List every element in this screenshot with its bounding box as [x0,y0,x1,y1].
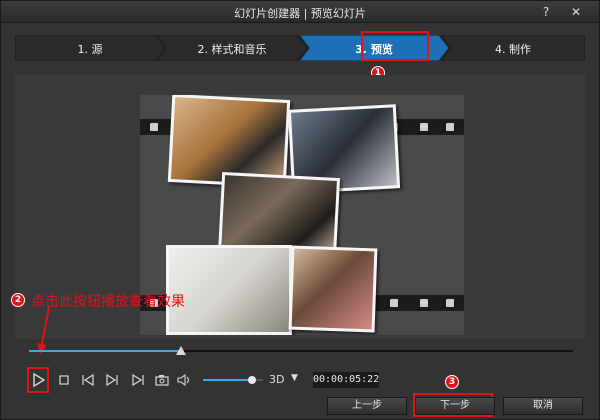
volume-level [203,379,253,381]
step-source[interactable]: 1. 源 [15,35,165,61]
play-icon[interactable] [29,371,47,389]
window-title: 幻灯片创建器 | 预览幻灯片 [234,7,366,20]
step-produce[interactable]: 4. 制作 [441,35,585,61]
photo-5 [288,245,378,333]
step-label: 1. 源 [77,43,103,56]
slideshow-creator-window: 幻灯片创建器 | 预览幻灯片 ? ✕ 1. 源 2. 样式和音乐 3. 预览 4… [0,0,600,420]
stop-icon[interactable] [55,371,73,389]
timecode-display: 00:00:05:22 [313,372,379,388]
player-controls: 3D ▼ 00:00:05:22 [25,369,585,391]
photo-4 [166,245,292,335]
help-icon[interactable]: ? [537,3,555,21]
step-preview[interactable]: 3. 预览 [299,35,449,61]
title-bar: 幻灯片创建器 | 预览幻灯片 ? ✕ [1,1,599,23]
camera-icon[interactable] [153,371,171,389]
seek-thumb[interactable] [176,346,187,355]
chevron-down-icon[interactable]: ▼ [291,373,298,383]
mode-label[interactable]: 3D [269,373,284,386]
step-label: 3. 预览 [355,43,393,56]
back-button[interactable]: 上一步 [327,397,407,415]
annotation-badge: 3 [445,375,459,389]
seek-progress [29,350,182,352]
slideshow-preview-frame [140,95,464,335]
seek-bar[interactable] [29,346,573,356]
step-style-music[interactable]: 2. 样式和音乐 [157,35,307,61]
step-label: 4. 制作 [495,43,531,56]
annotation-badge: 2 [11,293,25,307]
volume-thumb[interactable] [248,376,257,384]
wizard-steps: 1. 源 2. 样式和音乐 3. 预览 4. 制作 [15,35,585,61]
previous-frame-icon[interactable] [79,371,97,389]
next-icon[interactable] [129,371,147,389]
next-button[interactable]: 下一步 [415,397,495,415]
volume-slider[interactable] [203,376,263,384]
cancel-button[interactable]: 取消 [503,397,583,415]
step-label: 2. 样式和音乐 [197,43,267,56]
speaker-icon[interactable] [175,371,193,389]
next-frame-icon[interactable] [103,371,121,389]
close-icon[interactable]: ✕ [567,3,585,21]
